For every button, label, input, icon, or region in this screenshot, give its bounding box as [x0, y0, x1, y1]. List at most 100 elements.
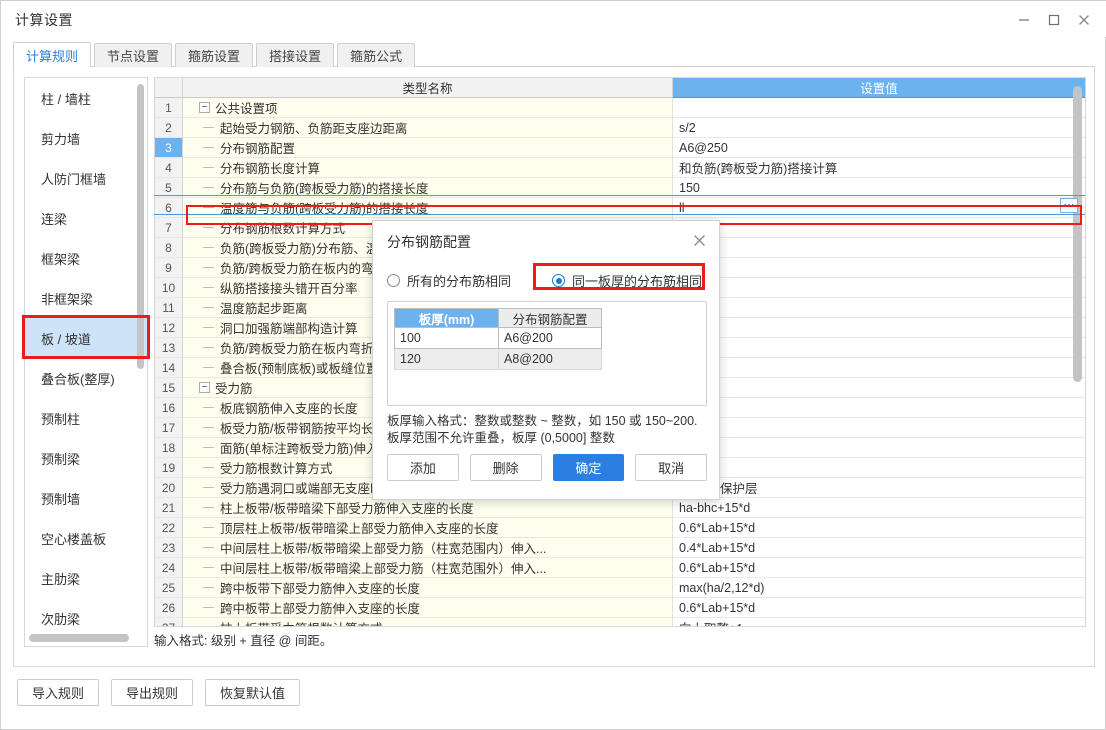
row-type-name-cell[interactable]: 顶层柱上板带/板带暗梁上部受力筋伸入支座的长度	[183, 518, 673, 538]
row-type-name-cell[interactable]: 温度筋与负筋(跨板受力筋)的搭接长度	[183, 198, 673, 218]
row-setting-value[interactable]	[673, 398, 1085, 418]
row-setting-value[interactable]: ll	[673, 198, 1085, 218]
sidebar-item-3[interactable]: 连梁	[25, 198, 147, 238]
sidebar-item-7[interactable]: 叠合板(整厚)	[25, 358, 147, 398]
list-item[interactable]: 120 A8@200	[394, 349, 602, 370]
row-type-name-cell[interactable]: 起始受力钢筋、负筋距支座边距离	[183, 118, 673, 138]
radio-same-thickness[interactable]: 同一板厚的分布筋相同	[552, 271, 702, 290]
row-type-name-cell[interactable]: 跨中板带下部受力筋伸入支座的长度	[183, 578, 673, 598]
config-cell[interactable]: A6@200	[498, 328, 602, 349]
config-cell[interactable]: A8@200	[498, 349, 602, 370]
collapse-toggle-icon[interactable]: −	[199, 102, 210, 113]
row-setting-value[interactable]	[673, 218, 1085, 238]
sidebar-item-5[interactable]: 非框架梁	[25, 278, 147, 318]
sidebar-item-6[interactable]: 板 / 坡道	[25, 318, 147, 358]
tab-3[interactable]: 搭接设置	[256, 43, 335, 67]
row-setting-value[interactable]: A6@250	[673, 138, 1085, 158]
row-setting-value[interactable]	[673, 98, 1085, 118]
list-item[interactable]: 100 A6@200	[394, 328, 602, 349]
sidebar-item-11[interactable]: 空心楼盖板	[25, 518, 147, 558]
add-button[interactable]: 添加	[387, 454, 459, 481]
row-setting-value[interactable]	[673, 458, 1085, 478]
row-type-name-cell[interactable]: 跨中板带上部受力筋伸入支座的长度	[183, 598, 673, 618]
row-setting-value[interactable]	[673, 258, 1085, 278]
row-type-name-cell[interactable]: 分布钢筋长度计算	[183, 158, 673, 178]
row-setting-value[interactable]: 0.6*Lab+15*d	[673, 598, 1085, 618]
table-row[interactable]: 24 中间层柱上板带/板带暗梁上部受力筋（柱宽范围外）伸入... 0.6*Lab+1…	[155, 558, 1085, 578]
table-row[interactable]: 27 柱上板带受力筋根数计算方式 向上取整+1	[155, 618, 1085, 626]
sidebar-vertical-scrollbar[interactable]	[137, 84, 144, 369]
row-setting-value[interactable]: 向上取整+1	[673, 618, 1085, 626]
table-row[interactable]: 22 顶层柱上板带/板带暗梁上部受力筋伸入支座的长度 0.6*Lab+15*d	[155, 518, 1085, 538]
sidebar-item-4[interactable]: 框架梁	[25, 238, 147, 278]
close-button[interactable]	[1069, 7, 1099, 33]
row-setting-value[interactable]: 150	[673, 178, 1085, 198]
row-setting-value[interactable]: 和负筋(跨板受力筋)搭接计算	[673, 158, 1085, 178]
table-row[interactable]: 21 柱上板带/板带暗梁下部受力筋伸入支座的长度 ha-bhc+15*d	[155, 498, 1085, 518]
cancel-button[interactable]: 取消	[635, 454, 707, 481]
row-type-name-cell[interactable]: 柱上板带/板带暗梁下部受力筋伸入支座的长度	[183, 498, 673, 518]
sidebar-item-13[interactable]: 次肋梁	[25, 598, 147, 638]
row-setting-value[interactable]	[673, 238, 1085, 258]
sidebar-item-8[interactable]: 预制柱	[25, 398, 147, 438]
sidebar-item-label: 预制梁	[41, 451, 81, 467]
thickness-cell[interactable]: 120	[394, 349, 498, 370]
row-setting-value[interactable]	[673, 318, 1085, 338]
tab-2[interactable]: 箍筋设置	[175, 43, 254, 67]
row-setting-value[interactable]: s/2	[673, 118, 1085, 138]
sidebar-horizontal-scrollbar[interactable]	[29, 634, 129, 642]
table-row[interactable]: 1− 公共设置项	[155, 98, 1085, 118]
thickness-config-table-container[interactable]: 板厚(mm) 分布钢筋配置 100 A6@200 120 A8@200	[387, 301, 707, 406]
grid-vertical-scrollbar[interactable]	[1073, 86, 1082, 382]
row-setting-value[interactable]	[673, 378, 1085, 398]
delete-button[interactable]: 删除	[469, 454, 542, 481]
table-row[interactable]: 2 起始受力钢筋、负筋距支座边距离 s/2	[155, 118, 1085, 138]
tab-1[interactable]: 节点设置	[94, 43, 173, 67]
open-distribution-config-button[interactable]: ⋯	[1060, 198, 1078, 213]
sidebar-item-0[interactable]: 柱 / 墙柱	[25, 78, 147, 118]
row-setting-value[interactable]	[673, 298, 1085, 318]
maximize-button[interactable]	[1039, 7, 1069, 33]
row-type-name-cell[interactable]: − 公共设置项	[183, 98, 673, 118]
table-row[interactable]: 4 分布钢筋长度计算 和负筋(跨板受力筋)搭接计算	[155, 158, 1085, 178]
collapse-toggle-icon[interactable]: −	[199, 382, 210, 393]
row-setting-value[interactable]: ha-bhc+15*d	[673, 498, 1085, 518]
category-sidebar[interactable]: 柱 / 墙柱 剪力墙 人防门框墙 连梁 框架梁 非框架梁板 / 坡道 叠合板(整厚) 预制柱预…	[24, 77, 148, 647]
table-row[interactable]: 25 跨中板带下部受力筋伸入支座的长度 max(ha/2,12*d)	[155, 578, 1085, 598]
row-setting-value[interactable]: 0.4*Lab+15*d	[673, 538, 1085, 558]
row-type-name-cell[interactable]: 分布筋与负筋(跨板受力筋)的搭接长度	[183, 178, 673, 198]
thickness-cell[interactable]: 100	[394, 328, 498, 349]
table-row[interactable]: 23 中间层柱上板带/板带暗梁上部受力筋（柱宽范围内）伸入... 0.4*Lab+1…	[155, 538, 1085, 558]
sidebar-item-1[interactable]: 剪力墙	[25, 118, 147, 158]
row-setting-value[interactable]	[673, 278, 1085, 298]
sidebar-item-12[interactable]: 主肋梁	[25, 558, 147, 598]
row-type-name-cell[interactable]: 中间层柱上板带/板带暗梁上部受力筋（柱宽范围外）伸入...	[183, 558, 673, 578]
confirm-button[interactable]: 确定	[552, 454, 625, 481]
minimize-button[interactable]	[1009, 7, 1039, 33]
row-type-name-cell[interactable]: 分布钢筋配置	[183, 138, 673, 158]
export-rules-button[interactable]: 导出规则	[111, 678, 194, 706]
row-setting-value[interactable]: max(ha/2,12*d)	[673, 578, 1085, 598]
table-row[interactable]: 3 分布钢筋配置 A6@250	[155, 138, 1085, 158]
row-setting-value[interactable]: 0.6*Lab+15*d	[673, 518, 1085, 538]
table-row[interactable]: 5 分布筋与负筋(跨板受力筋)的搭接长度 150	[155, 178, 1085, 198]
row-type-name-cell[interactable]: 柱上板带受力筋根数计算方式	[183, 618, 673, 626]
tab-0[interactable]: 计算规则	[13, 42, 92, 67]
row-setting-value[interactable]: 0.6*Lab+15*d	[673, 558, 1085, 578]
sidebar-item-10[interactable]: 预制墙	[25, 478, 147, 518]
row-setting-value[interactable]	[673, 418, 1085, 438]
row-type-name-cell[interactable]: 中间层柱上板带/板带暗梁上部受力筋（柱宽范围内）伸入...	[183, 538, 673, 558]
row-setting-value[interactable]	[673, 338, 1085, 358]
sidebar-item-9[interactable]: 预制梁	[25, 438, 147, 478]
import-rules-button[interactable]: 导入规则	[17, 678, 100, 706]
restore-defaults-button[interactable]: 恢复默认值	[205, 678, 301, 706]
radio-all-same[interactable]: 所有的分布筋相同	[387, 271, 533, 290]
row-setting-value[interactable]: c+15*d	[673, 438, 1085, 458]
sidebar-item-2[interactable]: 人防门框墙	[25, 158, 147, 198]
tab-4[interactable]: 箍筋公式	[337, 43, 416, 67]
row-setting-value[interactable]	[673, 358, 1085, 378]
table-row[interactable]: 6 温度筋与负筋(跨板受力筋)的搭接长度 ll	[155, 198, 1085, 218]
row-setting-value[interactable]: 板厚-2*保护层	[673, 478, 1085, 498]
table-row[interactable]: 26 跨中板带上部受力筋伸入支座的长度 0.6*Lab+15*d	[155, 598, 1085, 618]
dialog-close-icon[interactable]	[689, 230, 709, 250]
